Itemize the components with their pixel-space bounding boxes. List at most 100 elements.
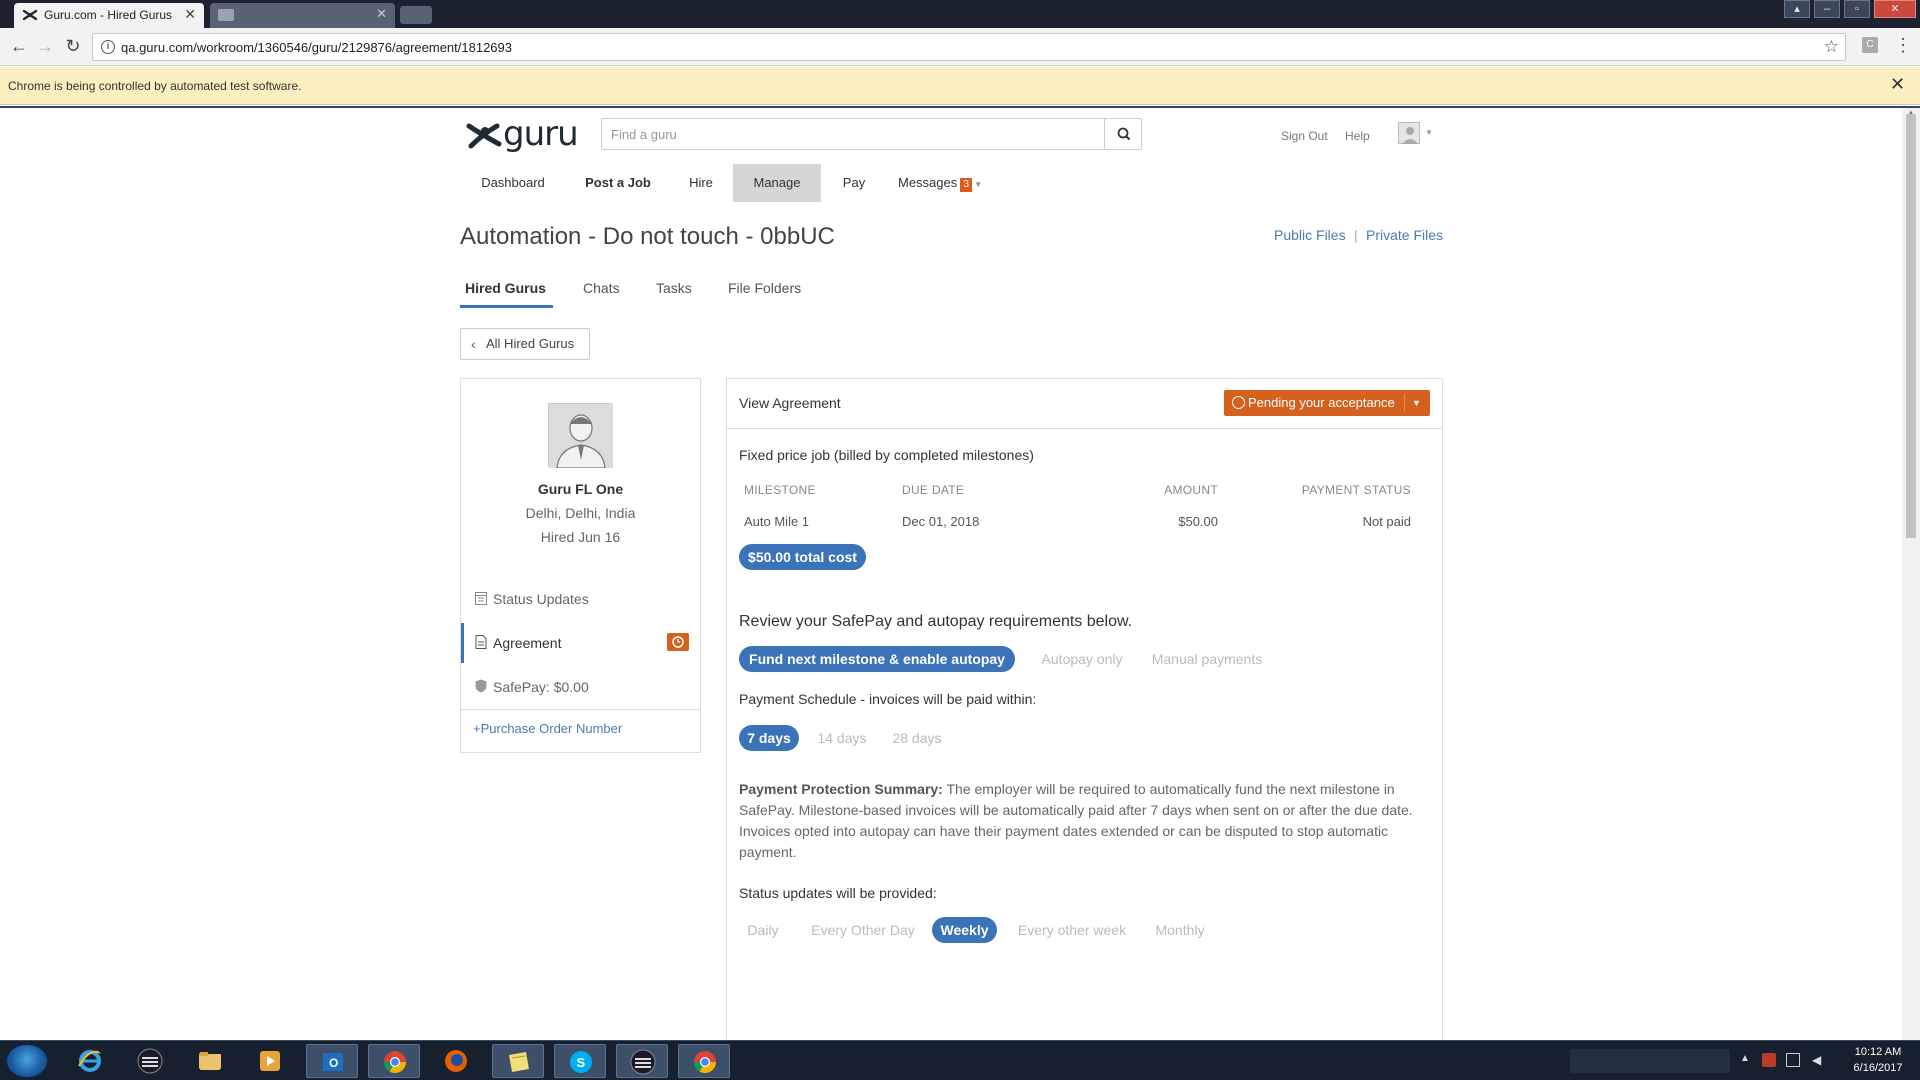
back-arrow-icon[interactable]: ← [8, 36, 30, 58]
infobar-close-icon[interactable]: ✕ [1890, 74, 1905, 95]
column-header-due-date: DUE DATE [902, 483, 965, 497]
taskbar-chrome[interactable] [368, 1044, 420, 1078]
window-maximize-button[interactable]: ▫ [1844, 0, 1870, 18]
taskbar-explorer[interactable] [184, 1044, 236, 1078]
option-every-other-week[interactable]: Every other week [1012, 917, 1132, 943]
payment-protection-summary: Payment Protection Summary: The employer… [739, 779, 1429, 863]
all-hired-gurus-button[interactable]: ‹ All Hired Gurus [460, 328, 590, 360]
guru-avatar[interactable] [548, 403, 613, 469]
nav-pay[interactable]: Pay [830, 164, 878, 202]
tab-hired-gurus[interactable]: Hired Gurus [465, 280, 546, 296]
window-close-button[interactable]: ✕ [1874, 0, 1916, 18]
option-manual-payments[interactable]: Manual payments [1147, 646, 1267, 672]
tab-tasks[interactable]: Tasks [656, 280, 692, 296]
shield-icon [475, 679, 487, 693]
taskbar-media-player[interactable] [244, 1044, 296, 1078]
sidebar-item-agreement[interactable]: Agreement [461, 623, 700, 663]
url-text[interactable]: qa.guru.com/workroom/1360546/guru/212987… [121, 40, 512, 55]
sidebar-item-status-updates[interactable]: Status Updates [461, 579, 700, 619]
files-separator: | [1354, 227, 1358, 243]
search-button[interactable] [1104, 119, 1142, 149]
help-link[interactable]: Help [1345, 129, 1370, 143]
taskbar-firefox[interactable] [430, 1044, 482, 1078]
taskbar-terminal[interactable] [124, 1044, 176, 1078]
forward-arrow-icon[interactable]: → [34, 36, 56, 58]
tab-chats[interactable]: Chats [583, 280, 620, 296]
chevron-down-icon[interactable]: ▼ [1425, 128, 1433, 137]
column-header-amount: AMOUNT [1164, 483, 1218, 497]
page-content: guru Sign Out Help ▼ Dashboard Post a Jo… [0, 108, 1902, 1040]
nav-hire[interactable]: Hire [680, 164, 722, 202]
search-input[interactable] [602, 119, 1104, 149]
system-tray-overflow[interactable] [1570, 1049, 1730, 1073]
bookmark-star-icon[interactable]: ☆ [1824, 37, 1839, 57]
browser-menu-icon[interactable]: ⋮ [1894, 35, 1912, 56]
tab-file-folders[interactable]: File Folders [728, 280, 801, 296]
option-every-other-day[interactable]: Every Other Day [807, 917, 919, 943]
firefox-icon [445, 1050, 467, 1072]
option-28-days[interactable]: 28 days [882, 725, 952, 751]
milestone-name: Auto Mile 1 [744, 514, 810, 529]
private-files-link[interactable]: Private Files [1366, 227, 1443, 243]
active-tab-indicator [460, 305, 553, 308]
option-monthly[interactable]: Monthly [1145, 917, 1215, 943]
option-weekly[interactable]: Weekly [932, 917, 997, 943]
reload-icon[interactable]: ↻ [62, 36, 84, 58]
site-info-icon[interactable]: i [101, 40, 115, 54]
guru-name[interactable]: Guru FL One [461, 481, 700, 497]
pending-acceptance-dropdown[interactable]: Pending your acceptance ▼ [1224, 390, 1430, 416]
dropdown-divider [1404, 394, 1405, 412]
taskbar-notes[interactable] [492, 1044, 544, 1078]
calendar-icon [475, 592, 487, 605]
option-daily[interactable]: Daily [735, 917, 791, 943]
media-player-icon [260, 1051, 280, 1071]
milestone-amount: $50.00 [1178, 514, 1218, 529]
volume-icon[interactable]: ◀ [1812, 1053, 1826, 1067]
tray-expand-icon[interactable]: ▲ [1740, 1053, 1754, 1067]
safepay-review-heading: Review your SafePay and autopay requirem… [739, 613, 1133, 630]
guru-profile-card: Guru FL One Delhi, Delhi, India Hired Ju… [460, 378, 701, 753]
action-center-flag-icon[interactable] [1762, 1053, 1776, 1067]
nav-messages[interactable]: Messages 3 ▼ [898, 164, 998, 202]
job-type-label: Fixed price job (billed by completed mil… [739, 447, 1034, 463]
user-avatar[interactable] [1398, 122, 1420, 144]
nav-dashboard[interactable]: Dashboard [468, 164, 558, 202]
clock-time[interactable]: 10:12 AM [1843, 1046, 1913, 1058]
sign-out-link[interactable]: Sign Out [1281, 129, 1328, 143]
browser-tab-background[interactable]: ✕ [210, 3, 395, 28]
window-user-icon[interactable]: ▴ [1784, 0, 1810, 18]
sidebar-item-safepay[interactable]: SafePay: $0.00 [461, 667, 700, 707]
logo-text: guru [503, 114, 579, 154]
guru-logo[interactable]: guru [465, 114, 587, 154]
option-fund-and-autopay[interactable]: Fund next milestone & enable autopay [739, 646, 1015, 672]
option-autopay-only[interactable]: Autopay only [1032, 646, 1132, 672]
tab-title: Guru.com - Hired Gurus [44, 8, 173, 22]
scrollbar-thumb[interactable] [1906, 114, 1916, 538]
option-7-days[interactable]: 7 days [739, 725, 799, 751]
extension-icon[interactable]: C [1862, 37, 1878, 53]
taskbar-outlook[interactable]: O [306, 1044, 358, 1078]
nav-post-a-job[interactable]: Post a Job [578, 164, 658, 202]
taskbar-terminal-2[interactable] [616, 1044, 668, 1078]
taskbar-skype[interactable]: S [554, 1044, 606, 1078]
public-files-link[interactable]: Public Files [1274, 227, 1346, 243]
page-scrollbar[interactable]: ▲ [1902, 108, 1920, 1040]
tab-close-icon[interactable]: ✕ [376, 6, 387, 22]
start-button[interactable] [6, 1044, 48, 1078]
option-14-days[interactable]: 14 days [807, 725, 877, 751]
new-tab-button[interactable] [400, 6, 432, 24]
network-icon[interactable] [1786, 1053, 1800, 1067]
window-minimize-button[interactable]: – [1814, 0, 1840, 18]
nav-manage[interactable]: Manage [733, 164, 821, 202]
messages-count-badge: 3 [960, 178, 973, 192]
document-icon [475, 635, 487, 649]
clock-date[interactable]: 6/16/2017 [1843, 1062, 1913, 1074]
address-bar[interactable]: i qa.guru.com/workroom/1360546/guru/2129… [92, 33, 1846, 61]
taskbar-ie[interactable] [64, 1044, 116, 1078]
browser-tab-active[interactable]: Guru.com - Hired Gurus ✕ [14, 3, 204, 28]
nav-messages-label: Messages [898, 175, 958, 190]
purchase-order-link[interactable]: +Purchase Order Number [473, 721, 622, 736]
milestone-payment-status: Not paid [1362, 514, 1411, 529]
tab-close-icon[interactable]: ✕ [184, 6, 196, 23]
taskbar-chrome-2[interactable] [678, 1044, 730, 1078]
